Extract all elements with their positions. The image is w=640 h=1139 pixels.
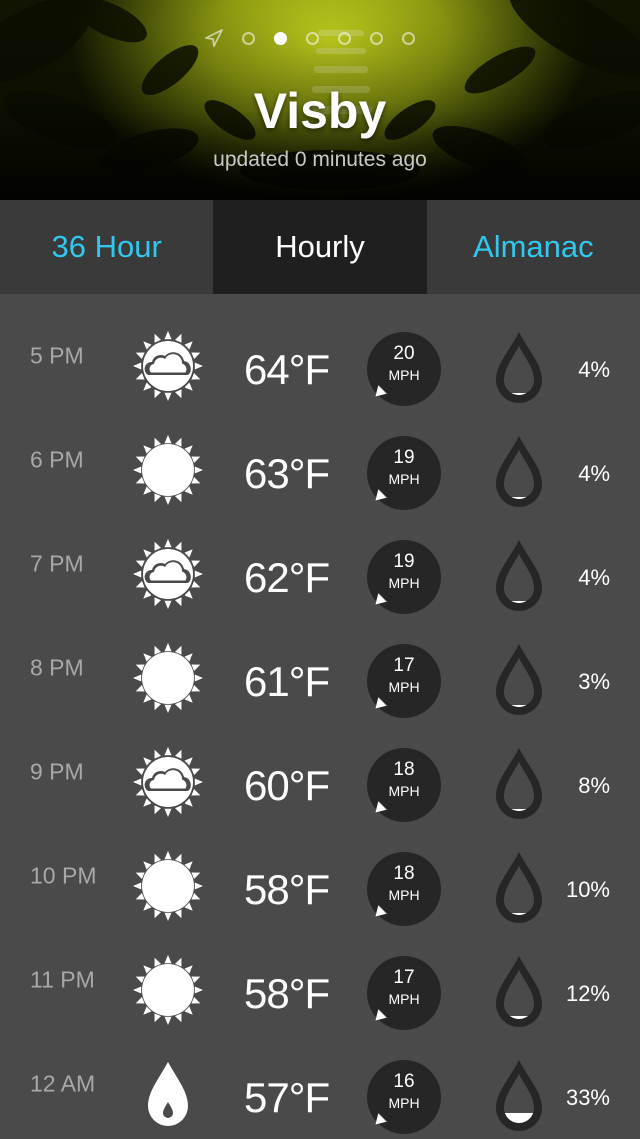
partly-cloudy-icon <box>132 330 204 402</box>
hourly-forecast-list[interactable]: 5 PM 64°F 20 MPH 4% 6 PM 63°F 19 MPH 4% 7 … <box>0 294 640 1134</box>
temperature: 58°F <box>244 866 330 913</box>
wind-badge: 20 MPH <box>367 332 441 406</box>
hourly-row[interactable]: 7 PM 62°F 19 MPH 4% <box>0 502 640 614</box>
wind-unit: MPH <box>388 1095 420 1111</box>
wind-badge: 17 MPH <box>367 644 441 718</box>
city-name: Visby <box>253 83 387 139</box>
temperature: 57°F <box>244 1074 330 1121</box>
page-dot[interactable] <box>242 31 255 45</box>
wind-speed: 19 <box>393 551 415 572</box>
hour-label: 7 PM <box>30 550 84 577</box>
precip-chance: 3% <box>578 669 610 694</box>
wind-badge: 18 MPH <box>367 852 441 926</box>
sunny-icon <box>132 954 204 1026</box>
hourly-row[interactable]: 6 PM 63°F 19 MPH 4% <box>0 398 640 510</box>
precip-drop-icon <box>492 642 546 718</box>
precip-chance: 33% <box>565 1085 610 1110</box>
hour-label: 12 AM <box>30 1070 96 1097</box>
hour-label: 10 PM <box>30 862 97 889</box>
page-dot[interactable] <box>306 31 319 45</box>
page-dot-active[interactable] <box>274 31 287 45</box>
precip-drop-icon <box>492 434 546 510</box>
tab-almanac[interactable]: Almanac <box>426 200 640 294</box>
wind-speed: 20 <box>393 343 415 364</box>
precip-chance: 4% <box>578 461 610 486</box>
wind-unit: MPH <box>388 887 420 903</box>
location-arrow-icon <box>205 29 223 47</box>
sunny-icon <box>132 434 204 506</box>
wind-speed: 18 <box>393 759 415 780</box>
wind-badge: 19 MPH <box>367 540 441 614</box>
temperature: 62°F <box>244 554 330 601</box>
page-dot[interactable] <box>402 31 415 45</box>
wind-speed: 17 <box>393 655 415 676</box>
wind-speed: 18 <box>393 863 415 884</box>
precip-drop-icon <box>492 746 546 822</box>
precip-chance: 12% <box>565 981 610 1006</box>
precip-chance: 4% <box>578 565 610 590</box>
temperature: 60°F <box>244 762 330 809</box>
tab-hourly[interactable]: Hourly <box>213 200 427 294</box>
temperature: 58°F <box>244 970 330 1017</box>
wind-unit: MPH <box>388 471 420 487</box>
partly-cloudy-icon <box>132 746 204 818</box>
wind-badge: 17 MPH <box>367 956 441 1030</box>
wind-badge: 19 MPH <box>367 436 441 510</box>
tab-36-hour[interactable]: 36 Hour <box>0 200 214 294</box>
hourly-row[interactable]: 8 PM 61°F 17 MPH 3% <box>0 606 640 718</box>
page-dot[interactable] <box>338 31 351 45</box>
precip-chance: 10% <box>565 877 610 902</box>
hour-label: 8 PM <box>30 654 84 681</box>
wind-speed: 19 <box>393 447 415 468</box>
partly-cloudy-icon <box>132 538 204 610</box>
updated-label: updated 0 minutes ago <box>213 148 427 171</box>
temperature: 63°F <box>244 450 330 497</box>
hourly-row[interactable]: 10 PM 58°F 18 MPH 10% <box>0 814 640 926</box>
wind-speed: 17 <box>393 967 415 988</box>
precip-chance: 8% <box>578 773 610 798</box>
precip-chance: 4% <box>578 357 610 382</box>
page-indicator[interactable] <box>205 28 435 48</box>
wind-badge: 18 MPH <box>367 748 441 822</box>
page-dot[interactable] <box>370 31 383 45</box>
wind-unit: MPH <box>388 783 420 799</box>
wind-unit: MPH <box>388 991 420 1007</box>
sunny-icon <box>132 850 204 922</box>
precip-drop-icon <box>492 850 546 926</box>
hour-label: 5 PM <box>30 342 84 369</box>
precip-drop-icon <box>492 538 546 614</box>
sunny-icon <box>132 642 204 714</box>
rain-drop-icon <box>132 1058 204 1130</box>
forecast-tabs: 36 Hour Hourly Almanac <box>0 200 640 294</box>
precip-drop-icon <box>492 330 546 406</box>
temperature: 64°F <box>244 346 330 393</box>
hour-label: 9 PM <box>30 758 84 785</box>
wind-speed: 16 <box>393 1071 415 1092</box>
hourly-row[interactable]: 12 AM 57°F 16 MPH 33% <box>0 1022 640 1134</box>
hour-label: 6 PM <box>30 446 84 473</box>
location-header: Visby updated 0 minutes ago <box>0 0 640 200</box>
wind-unit: MPH <box>388 367 420 383</box>
hourly-row[interactable]: 11 PM 58°F 17 MPH 12% <box>0 918 640 1030</box>
precip-drop-icon <box>492 954 546 1030</box>
hourly-row[interactable]: 9 PM 60°F 18 MPH 8% <box>0 710 640 822</box>
precip-drop-icon <box>492 1058 546 1134</box>
temperature: 61°F <box>244 658 330 705</box>
wind-unit: MPH <box>388 575 420 591</box>
hour-label: 11 PM <box>30 966 95 993</box>
wind-badge: 16 MPH <box>367 1060 441 1134</box>
hourly-row[interactable]: 5 PM 64°F 20 MPH 4% <box>0 294 640 406</box>
wind-unit: MPH <box>388 679 420 695</box>
